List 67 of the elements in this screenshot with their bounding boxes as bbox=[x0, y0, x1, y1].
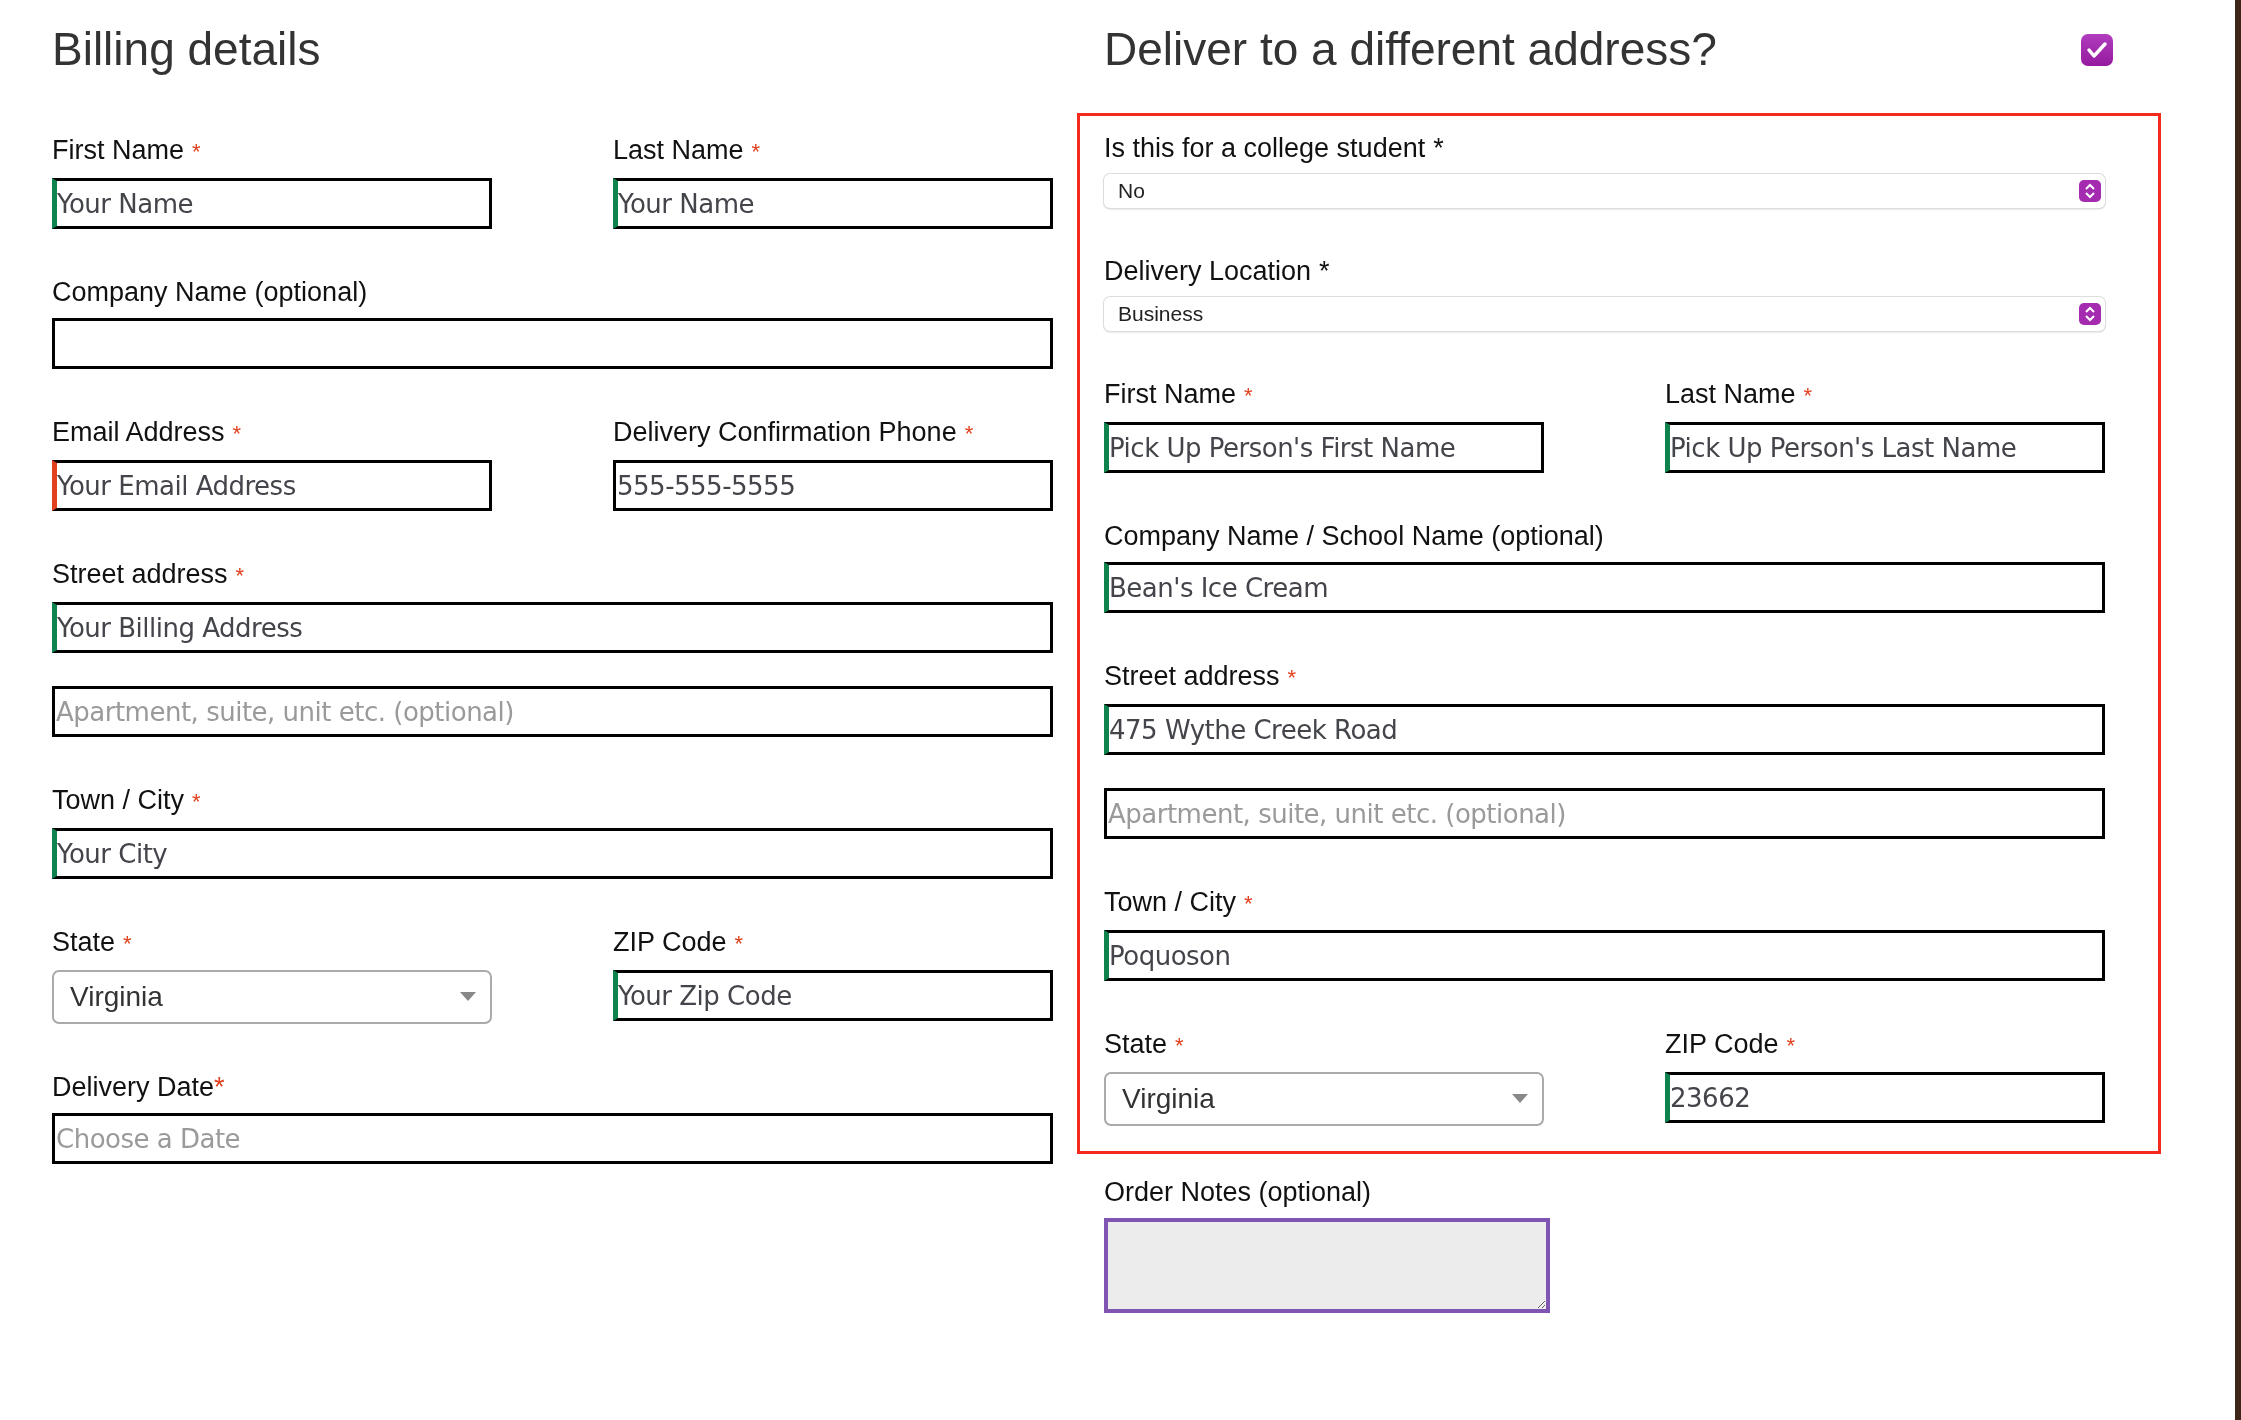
field-label: Last Name bbox=[1665, 378, 1796, 411]
required-mark: * bbox=[1786, 1032, 1796, 1060]
required-mark: * bbox=[214, 1071, 225, 1104]
field-label: ZIP Code bbox=[613, 926, 727, 959]
field-label: State bbox=[1104, 1028, 1168, 1061]
field-label: ZIP Code bbox=[1665, 1028, 1779, 1061]
field-label: Town / City bbox=[52, 784, 185, 817]
text-field[interactable] bbox=[52, 318, 1053, 369]
text-field[interactable]: 555-555-5555 bbox=[613, 460, 1053, 511]
required-mark: * bbox=[734, 930, 744, 958]
required-mark: * bbox=[1244, 890, 1253, 918]
required-mark: * bbox=[1803, 382, 1813, 410]
field-label: First Name bbox=[1104, 378, 1236, 411]
required-mark: * bbox=[1287, 664, 1297, 692]
caret-icon bbox=[460, 992, 476, 1002]
caret-icon bbox=[1512, 1094, 1528, 1104]
field-label: First Name bbox=[52, 134, 184, 167]
text-field[interactable]: Your City bbox=[52, 828, 1053, 879]
text-field[interactable]: Pick Up Person's Last Name bbox=[1665, 422, 2105, 473]
field-label: Company Name (optional) bbox=[52, 276, 368, 309]
dropdown[interactable]: Business bbox=[1104, 297, 2105, 331]
dropdown[interactable]: No bbox=[1104, 174, 2105, 208]
required-mark: * bbox=[235, 562, 245, 590]
check-icon bbox=[2086, 41, 2108, 59]
field-label: Is this for a college student bbox=[1104, 132, 1426, 165]
required-mark: * bbox=[232, 420, 242, 448]
text-field[interactable]: Poquoson bbox=[1104, 930, 2105, 981]
required-mark: * bbox=[1175, 1032, 1184, 1060]
required-mark: * bbox=[123, 930, 132, 958]
required-mark: * bbox=[1319, 255, 1330, 288]
section-heading: Billing details bbox=[52, 22, 322, 77]
stepper-icon bbox=[2079, 303, 2101, 325]
state-dropdown[interactable]: Virginia bbox=[52, 970, 492, 1024]
field-label: Delivery Location bbox=[1104, 255, 1312, 288]
notes-textarea[interactable] bbox=[1104, 1218, 1550, 1313]
field-label: Town / City bbox=[1104, 886, 1237, 919]
field-label: State bbox=[52, 926, 116, 959]
field-label: Last Name bbox=[613, 134, 744, 167]
required-mark: * bbox=[1433, 132, 1444, 165]
text-field[interactable]: Your Zip Code bbox=[613, 970, 1053, 1021]
text-field[interactable]: Choose a Date bbox=[52, 1113, 1053, 1164]
section-heading: Deliver to a different address? bbox=[1104, 22, 1717, 77]
required-mark: * bbox=[192, 138, 201, 166]
required-mark: * bbox=[192, 788, 201, 816]
field-label: Delivery Date bbox=[52, 1071, 215, 1104]
field-label: Delivery Confirmation Phone bbox=[613, 416, 957, 449]
field-label: Company Name / School Name (optional) bbox=[1104, 520, 1604, 553]
required-mark: * bbox=[751, 138, 761, 166]
state-dropdown[interactable]: Virginia bbox=[1104, 1072, 1544, 1126]
checkbox[interactable] bbox=[2081, 34, 2113, 66]
text-field[interactable]: Bean's Ice Cream bbox=[1104, 562, 2105, 613]
text-field[interactable]: 475 Wythe Creek Road bbox=[1104, 704, 2105, 755]
text-field[interactable]: 23662 bbox=[1665, 1072, 2105, 1123]
required-mark: * bbox=[964, 420, 974, 448]
text-field[interactable]: Apartment, suite, unit etc. (optional) bbox=[1104, 788, 2105, 839]
stepper-icon bbox=[2079, 180, 2101, 202]
text-field[interactable]: Pick Up Person's First Name bbox=[1104, 422, 1544, 473]
text-field[interactable]: Your Name bbox=[613, 178, 1053, 229]
text-field[interactable]: Your Name bbox=[52, 178, 492, 229]
required-mark: * bbox=[1244, 382, 1253, 410]
field-label: Street address bbox=[52, 558, 228, 591]
field-label: Email Address bbox=[52, 416, 225, 449]
field-label: Order Notes (optional) bbox=[1104, 1176, 1372, 1209]
text-field[interactable]: Apartment, suite, unit etc. (optional) bbox=[52, 686, 1053, 737]
text-field[interactable]: Your Email Address bbox=[52, 460, 492, 511]
text-field[interactable]: Your Billing Address bbox=[52, 602, 1053, 653]
field-label: Street address bbox=[1104, 660, 1280, 693]
